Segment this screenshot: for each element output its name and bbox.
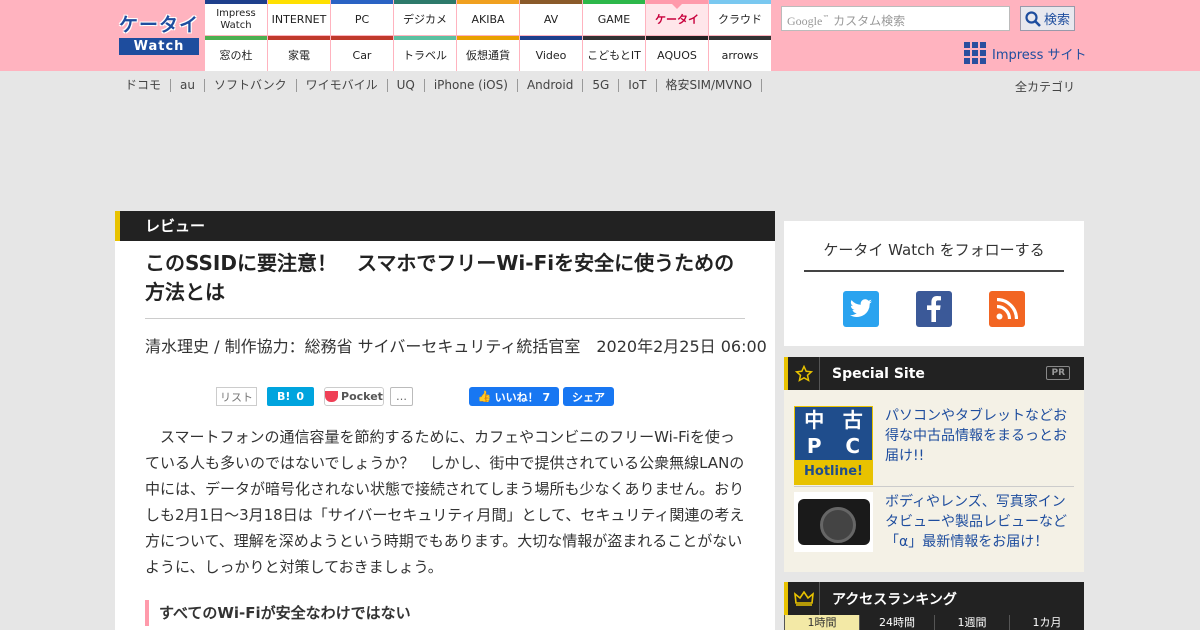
google-label: Google xyxy=(787,14,823,28)
rss-icon[interactable] xyxy=(989,291,1025,327)
article-subhead: すべてのWi-Fiが安全なわけではない xyxy=(145,600,411,626)
follow-title: ケータイ Watch をフォローする xyxy=(804,239,1064,272)
pocket-count: … xyxy=(390,387,413,406)
article-byline: 清水理史 / 制作協力：総務省 サイバーセキュリティ統括官室 2020年2月25… xyxy=(145,337,767,356)
all-categories-link[interactable]: 全カテゴリ xyxy=(1015,78,1075,95)
facebook-share-button[interactable]: シェア xyxy=(563,387,614,406)
subnav-item[interactable]: ソフトバンク xyxy=(205,79,297,92)
tab-1-week[interactable]: 1週間 xyxy=(934,615,1009,630)
article: レビュー このSSIDに要注意！ スマホでフリーWi-Fiを安全に使うための方法… xyxy=(115,211,775,630)
subnav-item[interactable]: ワイモバイル xyxy=(297,79,388,92)
article-title: このSSIDに要注意！ スマホでフリーWi-Fiを安全に使うための方法とは xyxy=(145,251,735,304)
ranking-title: アクセスランキング xyxy=(832,591,957,608)
subnav-item[interactable]: 5G xyxy=(583,79,620,92)
impress-site-label: Impress サイト xyxy=(992,47,1087,63)
tab-1-month[interactable]: 1カ月 xyxy=(1009,615,1084,630)
hatena-bookmark-button[interactable]: B! 0 xyxy=(267,387,314,406)
pc-hotline-thumbnail: 中古 PC Hotline! xyxy=(794,406,873,485)
site-logo[interactable]: ケータイ Watch xyxy=(119,13,199,56)
tab-24-hours[interactable]: 24時間 xyxy=(859,615,934,630)
facebook-like-label: いいね！ 7 xyxy=(494,390,551,404)
follow-box: ケータイ Watch をフォローする xyxy=(784,221,1084,346)
impress-site-link[interactable]: Impress サイト xyxy=(964,42,1087,64)
special-site-header: Special Site PR xyxy=(784,357,1084,390)
search-input[interactable]: Google™ カスタム検索 xyxy=(781,6,1010,31)
pocket-label: Pocket xyxy=(341,390,383,403)
site-header: ケータイ Watch Impress Watch INTERNET PC デジカメ AK… xyxy=(0,0,1200,71)
nav-item[interactable]: AKIBA xyxy=(457,0,519,35)
ranking-tabs: 1時間 24時間 1週間 1カ月 xyxy=(784,615,1084,630)
title-divider xyxy=(145,318,745,319)
special-site-list: 中古 PC Hotline! パソコンやタブレットなどお得な中古品情報をまるっと… xyxy=(784,390,1084,572)
nav-item[interactable]: Video xyxy=(520,36,582,71)
subnav-item[interactable]: 格安SIM/MVNO xyxy=(657,79,763,92)
hatena-icon: B! xyxy=(276,390,291,403)
nav-item[interactable]: PC xyxy=(331,0,393,35)
special-item-text: ボディやレンズ、写真家インタビューや製品レビューなど「α」最新情報をお届け！ xyxy=(885,494,1067,550)
search-placeholder: カスタム検索 xyxy=(833,14,906,28)
nav-item[interactable]: 窓の杜 xyxy=(205,36,267,71)
nav-item[interactable]: Car xyxy=(331,36,393,71)
special-site-title: Special Site xyxy=(832,365,925,382)
pocket-button[interactable]: Pocket xyxy=(324,387,384,406)
divider xyxy=(794,486,1074,487)
ranking-header: アクセスランキング xyxy=(784,582,1084,615)
section-label: レビュー xyxy=(115,211,775,241)
crown-icon xyxy=(788,582,820,615)
nav-item[interactable]: こどもとIT xyxy=(583,36,645,71)
subnav-item[interactable]: iPhone (iOS) xyxy=(425,79,518,92)
search-button[interactable]: 検索 xyxy=(1020,6,1075,31)
logo-top: ケータイ xyxy=(119,14,200,36)
nav-item[interactable]: 家電 xyxy=(268,36,330,71)
sub-nav: ドコモ au ソフトバンク ワイモバイル UQ iPhone (iOS) Android 5G… xyxy=(125,79,763,92)
subnav-item[interactable]: UQ xyxy=(388,79,425,92)
tab-1-hour[interactable]: 1時間 xyxy=(784,615,859,630)
article-lead: スマートフォンの通信容量を節約するために、カフェやコンビニのフリーWi-Fiを使… xyxy=(145,428,745,576)
grid-icon xyxy=(964,42,986,64)
nav-item[interactable]: AQUOS xyxy=(646,36,708,71)
twitter-icon[interactable] xyxy=(843,291,879,327)
nav-item[interactable]: arrows xyxy=(709,36,771,71)
subnav-item[interactable]: Android xyxy=(518,79,584,92)
subnav-item[interactable]: IoT xyxy=(619,79,657,92)
subnav-item[interactable]: ドコモ xyxy=(125,79,172,92)
camera-icon xyxy=(797,499,870,545)
special-item-text: パソコンやタブレットなどお得な中古品情報をまるっとお届け!! xyxy=(885,408,1067,464)
facebook-like-button[interactable]: 👍 いいね！ 7 xyxy=(469,387,559,406)
logo-bottom: Watch xyxy=(119,38,199,55)
subnav-item[interactable]: au xyxy=(171,79,205,92)
site-nav: Impress Watch INTERNET PC デジカメ AKIBA AV GAME ケー… xyxy=(205,0,771,71)
hatena-count: 0 xyxy=(296,390,305,403)
google-tm: ™ xyxy=(822,14,830,22)
nav-item[interactable]: Impress Watch xyxy=(205,0,267,35)
nav-item[interactable]: AV xyxy=(520,0,582,35)
nav-item[interactable]: INTERNET xyxy=(268,0,330,35)
list-item[interactable]: ボディやレンズ、写真家インタビューや製品レビューなど「α」最新情報をお届け！ xyxy=(794,492,1074,552)
star-icon xyxy=(788,357,820,390)
nav-item[interactable]: GAME xyxy=(583,0,645,35)
thumbs-up-icon: 👍 xyxy=(477,390,492,403)
nav-item[interactable]: ケータイ xyxy=(646,0,708,35)
search-icon xyxy=(1025,10,1041,27)
nav-item[interactable]: トラベル xyxy=(394,36,456,71)
camera-thumbnail xyxy=(794,492,873,552)
pr-badge: PR xyxy=(1046,366,1070,380)
pocket-icon xyxy=(325,391,339,402)
nav-item[interactable]: 仮想通貨 xyxy=(457,36,519,71)
facebook-icon[interactable] xyxy=(916,291,952,327)
nav-item[interactable]: デジカメ xyxy=(394,0,456,35)
nav-item[interactable]: クラウド xyxy=(709,0,771,35)
search-button-label: 検索 xyxy=(1043,13,1070,28)
list-item[interactable]: 中古 PC Hotline! パソコンやタブレットなどお得な中古品情報をまるっと… xyxy=(794,406,1074,485)
list-button[interactable]: リスト xyxy=(216,387,257,406)
